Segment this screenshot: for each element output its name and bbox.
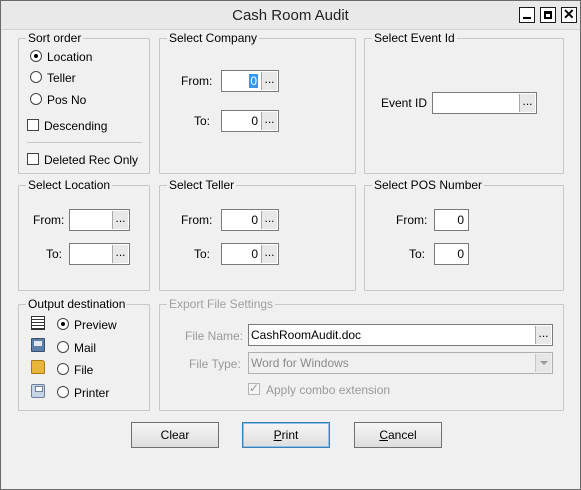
maximize-icon	[544, 11, 552, 19]
pos-from-label: From:	[396, 213, 428, 227]
pos-from-input[interactable]: 0	[434, 209, 469, 231]
descending-label[interactable]: Descending	[44, 119, 107, 133]
cancel-button[interactable]: Cancel	[354, 422, 442, 448]
radio-printer-label[interactable]: Printer	[74, 386, 109, 400]
sort-order-group: Sort order Location Teller Pos No Descen…	[18, 32, 150, 174]
select-pos-legend: Select POS Number	[372, 178, 485, 192]
chevron-down-icon[interactable]	[535, 354, 551, 372]
print-accelerator: P	[273, 428, 282, 442]
teller-from-value: 0	[251, 213, 258, 227]
export-settings-legend: Export File Settings	[167, 297, 276, 311]
print-button[interactable]: Print	[242, 422, 330, 448]
pos-to-value: 0	[457, 247, 464, 261]
cancel-label: ancel	[387, 428, 417, 442]
company-from-browse-button[interactable]: ...	[261, 72, 277, 90]
teller-to-browse-button[interactable]: ...	[261, 245, 277, 263]
location-to-input[interactable]: ...	[69, 243, 130, 265]
teller-from-browse-button[interactable]: ...	[261, 211, 277, 229]
file-name-value: CashRoomAudit.doc	[251, 328, 362, 342]
pos-to-input[interactable]: 0	[434, 243, 469, 265]
select-company-group: Select Company From: 0 ... To: 0 ...	[159, 32, 356, 174]
minimize-icon	[523, 17, 531, 19]
company-to-label: To:	[194, 114, 211, 128]
location-to-browse-button[interactable]: ...	[112, 245, 128, 263]
radio-teller[interactable]	[30, 71, 42, 83]
radio-location[interactable]	[30, 50, 42, 62]
company-from-input[interactable]: 0 ...	[221, 70, 279, 92]
preview-icon	[31, 316, 45, 330]
radio-file-label[interactable]: File	[74, 363, 93, 377]
apply-combo-extension-checkbox[interactable]	[248, 381, 260, 395]
teller-from-label: From:	[181, 213, 213, 227]
deleted-rec-only-label[interactable]: Deleted Rec Only	[44, 153, 138, 167]
select-event-group: Select Event Id Event ID ...	[364, 32, 564, 174]
select-location-legend: Select Location	[26, 178, 113, 192]
output-destination-legend: Output destination	[26, 297, 128, 311]
radio-preview-label[interactable]: Preview	[74, 318, 117, 332]
file-type-label: File Type:	[189, 357, 241, 371]
mail-icon	[31, 338, 45, 352]
close-icon: ✕	[563, 6, 575, 22]
event-id-label: Event ID	[381, 96, 428, 110]
minimize-button[interactable]	[519, 7, 535, 23]
radio-file[interactable]	[57, 363, 69, 375]
radio-preview[interactable]	[57, 318, 69, 330]
select-company-legend: Select Company	[167, 31, 260, 45]
file-name-label: File Name:	[185, 329, 244, 343]
company-to-input[interactable]: 0 ...	[221, 110, 279, 132]
event-id-input[interactable]: ...	[432, 92, 537, 114]
radio-location-label[interactable]: Location	[47, 50, 92, 64]
maximize-button[interactable]	[540, 7, 556, 23]
sort-separator	[27, 142, 142, 143]
clear-button[interactable]: Clear	[131, 422, 219, 448]
deleted-rec-only-checkbox[interactable]	[27, 153, 39, 165]
radio-pos-no[interactable]	[30, 93, 42, 105]
file-name-browse-button[interactable]: ...	[535, 326, 551, 344]
select-event-legend: Select Event Id	[372, 31, 457, 45]
export-settings-group: Export File Settings File Name: CashRoom…	[159, 298, 564, 411]
company-to-value: 0	[251, 114, 258, 128]
dialog-window: Cash Room Audit ✕ Sort order Location Te…	[0, 0, 581, 490]
close-button[interactable]: ✕	[561, 6, 577, 23]
select-location-group: Select Location From: ... To: ...	[18, 179, 150, 291]
radio-mail[interactable]	[57, 341, 69, 353]
file-type-select[interactable]: Word for Windows	[248, 352, 553, 374]
printer-icon	[31, 384, 45, 398]
teller-to-value: 0	[251, 247, 258, 261]
radio-mail-label[interactable]: Mail	[74, 341, 96, 355]
company-to-browse-button[interactable]: ...	[261, 112, 277, 130]
location-to-label: To:	[46, 247, 63, 261]
descending-checkbox[interactable]	[27, 119, 39, 131]
window-title: Cash Room Audit	[232, 7, 349, 24]
output-destination-group: Output destination Preview Mail File Pri…	[18, 298, 150, 411]
file-icon	[31, 360, 45, 374]
file-type-value: Word for Windows	[251, 356, 349, 370]
select-teller-legend: Select Teller	[167, 178, 237, 192]
select-pos-group: Select POS Number From: 0 To: 0	[364, 179, 564, 291]
teller-to-input[interactable]: 0 ...	[221, 243, 279, 265]
radio-printer[interactable]	[57, 386, 69, 398]
pos-from-value: 0	[457, 213, 464, 227]
radio-pos-no-label[interactable]: Pos No	[47, 93, 86, 107]
event-id-browse-button[interactable]: ...	[519, 94, 535, 112]
select-teller-group: Select Teller From: 0 ... To: 0 ...	[159, 179, 356, 291]
teller-from-input[interactable]: 0 ...	[221, 209, 279, 231]
title-bar: Cash Room Audit ✕	[1, 1, 580, 30]
company-from-value: 0	[249, 74, 258, 88]
apply-combo-extension-label[interactable]: Apply combo extension	[266, 383, 390, 397]
teller-to-label: To:	[194, 247, 211, 261]
location-from-label: From:	[33, 213, 65, 227]
cancel-accelerator: C	[379, 428, 388, 442]
location-from-input[interactable]: ...	[69, 209, 130, 231]
sort-order-legend: Sort order	[26, 31, 84, 45]
file-name-input[interactable]: CashRoomAudit.doc ...	[248, 324, 553, 346]
location-from-browse-button[interactable]: ...	[112, 211, 128, 229]
radio-teller-label[interactable]: Teller	[47, 71, 76, 85]
print-label: rint	[281, 428, 299, 442]
company-from-label: From:	[181, 74, 213, 88]
pos-to-label: To:	[409, 247, 426, 261]
